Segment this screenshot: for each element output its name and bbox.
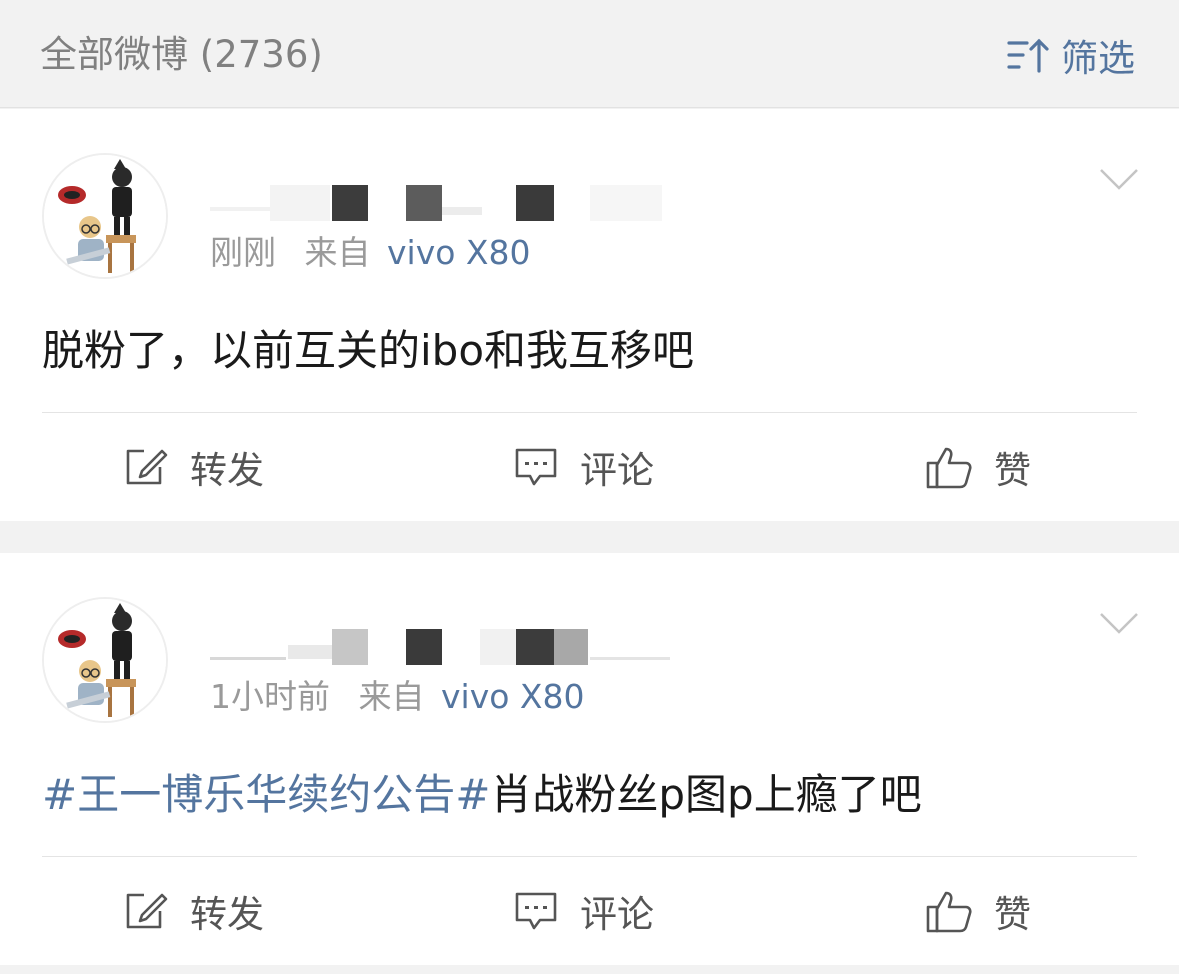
page-title: 全部微博 (2736) [40, 33, 323, 76]
chevron-down-icon[interactable] [1099, 611, 1139, 635]
thumbs-up-icon [926, 447, 972, 489]
avatar[interactable] [42, 597, 168, 723]
comment-bubble-icon [515, 892, 557, 930]
repost-button[interactable]: 转发 [124, 857, 264, 965]
hashtag-link[interactable]: #王一博乐华续约公告# [42, 770, 490, 819]
repost-label: 转发 [190, 449, 264, 492]
avatar-illustration [44, 599, 166, 721]
post-card[interactable]: 刚刚 来自 vivo X80 脱粉了，以前互关的ibo和我互移吧 转发 评论 赞 [0, 109, 1179, 521]
post-time: 1小时前 [210, 677, 330, 716]
source-prefix: 来自 [304, 233, 371, 272]
post-card[interactable]: 1小时前 来自 vivo X80 #王一博乐华续约公告#肖战粉丝p图p上瘾了吧 … [0, 553, 1179, 965]
action-bar: 转发 评论 赞 [0, 413, 1179, 521]
filter-sort-icon [1007, 38, 1049, 73]
comment-button[interactable]: 评论 [514, 413, 654, 521]
repost-edit-icon [126, 449, 168, 485]
post-time: 刚刚 [210, 233, 276, 272]
avatar[interactable] [42, 153, 168, 279]
like-label: 赞 [994, 893, 1031, 936]
username-blurred[interactable] [210, 621, 690, 665]
like-label: 赞 [994, 449, 1031, 492]
like-button[interactable]: 赞 [926, 857, 1031, 965]
comment-bubble-icon [515, 448, 557, 486]
repost-label: 转发 [190, 893, 264, 936]
repost-button[interactable]: 转发 [124, 413, 264, 521]
post-text: #王一博乐华续约公告#肖战粉丝p图p上瘾了吧 [42, 765, 922, 825]
repost-edit-icon [126, 893, 168, 929]
filter-label: 筛选 [1061, 37, 1135, 80]
source-prefix: 来自 [358, 677, 425, 716]
thumbs-up-icon [926, 891, 972, 933]
post-meta: 刚刚 来自 vivo X80 [210, 231, 531, 275]
post-meta: 1小时前 来自 vivo X80 [210, 675, 585, 719]
like-button[interactable]: 赞 [926, 413, 1031, 521]
action-bar: 转发 评论 赞 [0, 857, 1179, 965]
comment-button[interactable]: 评论 [514, 857, 654, 965]
filter-button[interactable]: 筛选 [1007, 30, 1135, 80]
avatar-illustration [44, 155, 166, 277]
page-header: 全部微博 (2736) 筛选 [0, 0, 1179, 108]
post-body: 肖战粉丝p图p上瘾了吧 [490, 770, 922, 819]
comment-label: 评论 [580, 893, 654, 936]
post-text: 脱粉了，以前互关的ibo和我互移吧 [42, 321, 694, 381]
post-body: 脱粉了，以前互关的ibo和我互移吧 [42, 326, 695, 375]
device-link[interactable]: vivo X80 [387, 233, 531, 272]
device-link[interactable]: vivo X80 [441, 677, 585, 716]
chevron-down-icon[interactable] [1099, 167, 1139, 191]
comment-label: 评论 [580, 449, 654, 492]
username-blurred[interactable] [210, 177, 690, 221]
